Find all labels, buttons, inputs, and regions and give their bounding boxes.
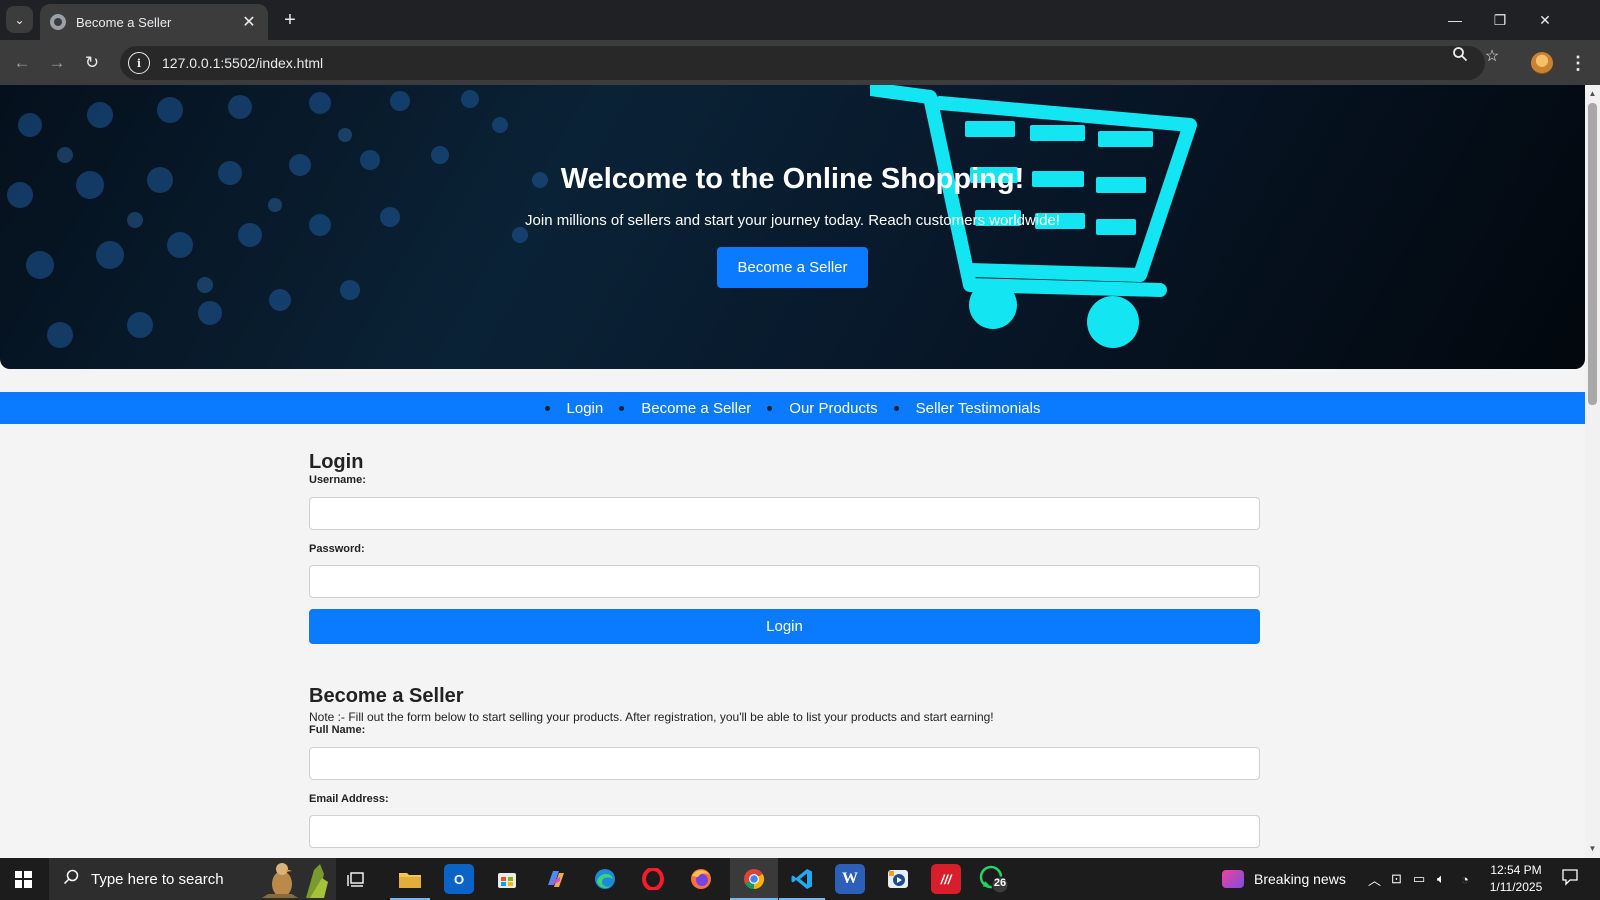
- news-widget[interactable]: Breaking news: [1222, 858, 1346, 900]
- become-seller-title: Become a Seller: [309, 685, 464, 707]
- notification-icon[interactable]: [1559, 868, 1581, 890]
- become-seller-section: Become a Seller Note :- Fill out the for…: [309, 685, 1260, 848]
- bullet-icon: [619, 405, 625, 411]
- nav-item-our-products[interactable]: Our Products: [767, 399, 878, 417]
- nav-item-seller-testimonials[interactable]: Seller Testimonials: [893, 399, 1041, 417]
- word-icon[interactable]: W: [835, 864, 865, 894]
- browser-tab-strip: ⌄ Become a Seller ✕ + — ❐ ✕: [0, 0, 1600, 40]
- news-label: Breaking news: [1254, 871, 1346, 887]
- system-clock[interactable]: 12:54 PM 1/11/2025: [1478, 862, 1554, 896]
- bullet-icon: [767, 405, 773, 411]
- tray-overflow-chevron-icon[interactable]: ︿: [1368, 858, 1381, 900]
- back-arrow-icon[interactable]: ←: [9, 50, 35, 76]
- meet-now-icon[interactable]: ⊡: [1391, 858, 1402, 900]
- tab-title: Become a Seller: [76, 14, 172, 30]
- tab-close-icon[interactable]: ✕: [240, 12, 258, 32]
- main-content: Login Username: Password: Login Become a…: [309, 451, 1260, 848]
- opera-icon[interactable]: [638, 864, 668, 894]
- window-restore-button[interactable]: ❐: [1477, 6, 1523, 34]
- full-name-input[interactable]: [309, 747, 1260, 780]
- media-player-icon[interactable]: [883, 864, 913, 894]
- zoom-icon[interactable]: [1449, 46, 1471, 68]
- whatsapp-badge: 26: [993, 877, 1007, 889]
- search-placeholder: Type here to search: [91, 870, 224, 888]
- vscode-icon[interactable]: [787, 864, 817, 894]
- login-section: Login Username: Password: Login: [309, 451, 1260, 644]
- address-bar[interactable]: i 127.0.0.1:5502/index.html: [120, 46, 1485, 80]
- wifi-icon[interactable]: ◔: [1461, 858, 1469, 900]
- tab-search-chevron-icon[interactable]: ⌄: [6, 6, 33, 33]
- news-icon: [1222, 870, 1244, 888]
- hero-banner: Welcome to the Online Shopping! Join mil…: [0, 85, 1585, 369]
- site-info-icon[interactable]: i: [128, 52, 150, 74]
- hero-become-seller-button[interactable]: Become a Seller: [717, 247, 868, 288]
- search-highlight-bird-icon: [262, 863, 328, 898]
- password-input[interactable]: [309, 565, 1260, 598]
- password-label: Password:: [309, 543, 365, 555]
- firefox-icon[interactable]: [686, 864, 716, 894]
- forward-arrow-icon[interactable]: →: [44, 50, 70, 76]
- microsoft-store-icon[interactable]: [492, 864, 522, 894]
- username-input[interactable]: [309, 497, 1260, 530]
- full-name-label: Full Name:: [309, 724, 366, 736]
- edge-icon[interactable]: [590, 864, 620, 894]
- windows-taskbar: Type here to search O W /// 26 Breaking …: [0, 858, 1600, 900]
- scroll-down-arrow-icon[interactable]: ▼: [1585, 842, 1600, 856]
- file-explorer-icon[interactable]: [395, 864, 425, 894]
- scroll-up-arrow-icon[interactable]: ▲: [1585, 87, 1600, 101]
- anydesk-icon[interactable]: ///: [931, 864, 961, 894]
- taskbar-search-box[interactable]: Type here to search: [49, 858, 336, 900]
- login-button[interactable]: Login: [309, 609, 1260, 644]
- copilot-icon[interactable]: [541, 864, 571, 894]
- email-input[interactable]: [309, 815, 1260, 848]
- hero-title: Welcome to the Online Shopping!: [560, 163, 1025, 195]
- outlook-icon[interactable]: O: [444, 864, 474, 894]
- bookmark-star-icon[interactable]: ☆: [1481, 46, 1503, 68]
- window-close-button[interactable]: ✕: [1522, 6, 1568, 34]
- bullet-icon: [544, 405, 550, 411]
- nav-item-label: Our Products: [789, 399, 878, 417]
- nav-item-become-a-seller[interactable]: Become a Seller: [619, 400, 751, 417]
- nav-item-label: Seller Testimonials: [915, 399, 1041, 417]
- nav-item-login[interactable]: Login: [544, 399, 604, 417]
- window-minimize-button[interactable]: —: [1432, 6, 1478, 34]
- bullet-icon: [893, 405, 899, 411]
- clock-time: 12:54 PM: [1490, 863, 1542, 877]
- main-nav: Login Become a Seller Our Products Selle…: [0, 392, 1585, 424]
- volume-icon[interactable]: 🔈︎: [1437, 858, 1445, 900]
- profile-avatar[interactable]: [1531, 52, 1553, 74]
- nav-item-label: Become a Seller: [641, 399, 752, 417]
- chrome-icon[interactable]: [739, 864, 769, 894]
- task-view-icon[interactable]: [341, 864, 371, 894]
- search-icon: [63, 869, 79, 890]
- hero-content: Welcome to the Online Shopping! Join mil…: [0, 163, 1585, 288]
- new-tab-button[interactable]: +: [278, 8, 302, 32]
- battery-icon[interactable]: ▭: [1413, 858, 1425, 900]
- page-viewport: Welcome to the Online Shopping! Join mil…: [0, 85, 1585, 858]
- scroll-thumb[interactable]: [1588, 103, 1597, 405]
- username-label: Username:: [309, 474, 366, 486]
- url-text[interactable]: 127.0.0.1:5502/index.html: [162, 55, 323, 71]
- page-scrollbar[interactable]: ▲ ▼: [1585, 85, 1600, 858]
- email-label: Email Address:: [309, 793, 389, 805]
- globe-icon: [50, 14, 66, 30]
- tab-become-a-seller[interactable]: Become a Seller ✕: [40, 4, 268, 40]
- reload-icon[interactable]: ↻: [79, 50, 105, 76]
- menu-dots-icon[interactable]: ⋮: [1568, 50, 1588, 76]
- start-button[interactable]: [0, 858, 46, 900]
- browser-toolbar: ← → ↻ i 127.0.0.1:5502/index.html ☆ ⋮: [0, 40, 1600, 85]
- login-title: Login: [309, 451, 364, 473]
- hero-subtitle: Join millions of sellers and start your …: [525, 212, 1060, 229]
- nav-item-label: Login: [566, 399, 604, 417]
- seller-note: Note :- Fill out the form below to start…: [309, 710, 994, 724]
- clock-date: 1/11/2025: [1489, 880, 1543, 894]
- windows-logo-icon: [14, 870, 32, 888]
